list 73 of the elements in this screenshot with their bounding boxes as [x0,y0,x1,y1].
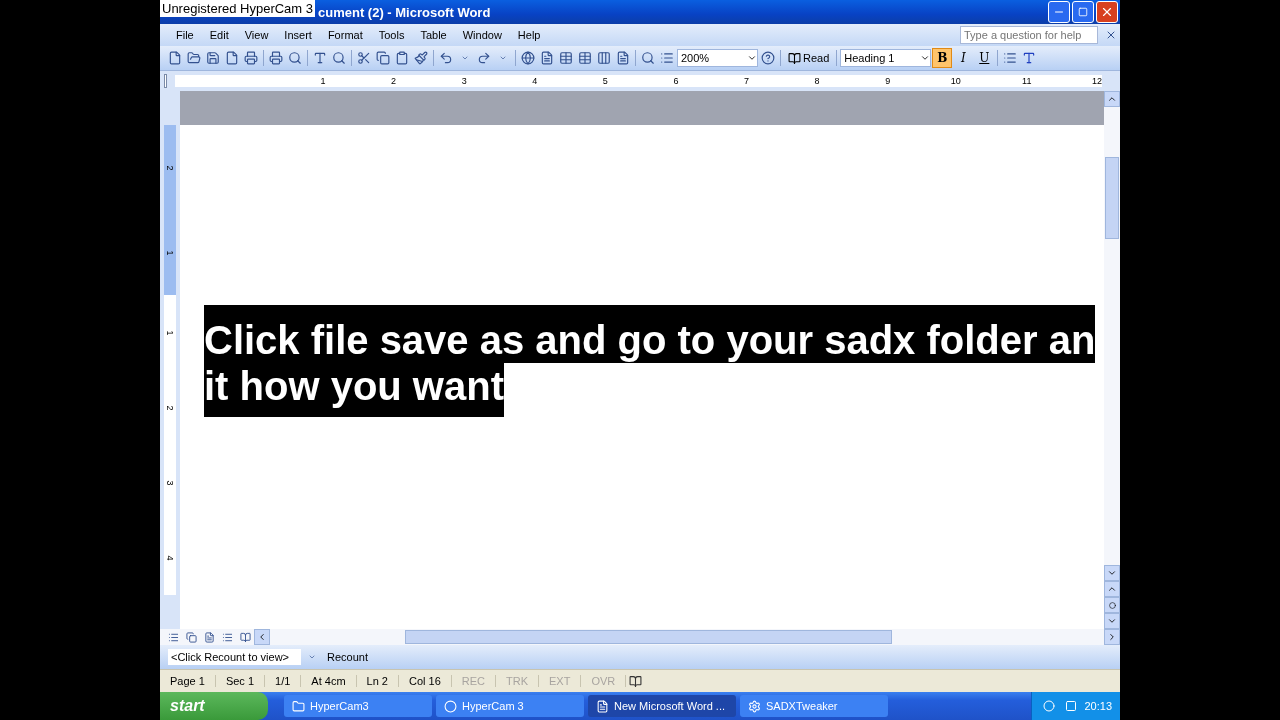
status-field: EXT [539,675,582,687]
menu-item[interactable]: View [236,29,277,41]
ruler-number: 5 [601,76,608,86]
help-search-field[interactable]: Type a question for help [960,26,1098,44]
window-title: cument (2) - Microsoft Word [318,4,491,20]
highlighted-text: Click file save as and go to your sadx folder an [204,305,1096,363]
taskbar-button[interactable]: New Microsoft Word ... [588,695,736,717]
status-field: 1/1 [265,675,302,687]
ruler-number: 7 [743,76,750,86]
ruler-number: 4 [165,555,175,560]
ruler-number: 2 [165,405,175,410]
ruler-number: 3 [460,76,467,86]
status-field: Col 16 [398,675,452,687]
status-field: Page 1 [160,675,216,687]
status-field: Ln 2 [356,675,399,687]
ruler-number: 1 [165,330,175,335]
tab-selector[interactable] [164,74,167,88]
ruler-number: 12 [1091,76,1102,86]
ruler-number: 4 [531,76,538,86]
ruler-number: 1 [165,250,175,255]
clock: 20:13 [1084,700,1112,712]
scroll-left-button[interactable] [254,629,270,645]
status-field: REC [451,675,496,687]
read-button[interactable]: Read [784,51,834,65]
restore-button[interactable] [1072,1,1094,23]
book-icon [788,51,801,65]
status-field: TRK [496,675,539,687]
caret-icon [747,53,757,63]
ruler-number: 11 [1021,76,1032,86]
menu-item[interactable]: File [168,29,202,41]
ruler-number: 9 [884,76,891,86]
menu-item[interactable]: Window [454,29,510,41]
italic-button[interactable]: I [953,48,974,68]
circle-icon [1108,601,1116,609]
folder-icon [292,699,305,713]
underline-button[interactable]: U [974,48,995,68]
ruler-number: 8 [813,76,820,86]
menu-item[interactable]: Format [319,29,371,41]
taskbar-button[interactable]: SADXTweaker [740,695,888,717]
close-icon [1100,5,1114,19]
word-count-field[interactable]: <Click Recount to view> [168,649,301,665]
ruler-number: 3 [165,480,175,485]
zoom-dropdown[interactable]: 200% [677,49,758,67]
gear-icon [748,699,761,713]
ruler-number: 2 [390,76,397,86]
circle-icon [444,699,457,713]
close-button[interactable] [1096,1,1118,23]
status-field: At 4cm [301,675,357,687]
minimize-button[interactable] [1048,1,1070,23]
ruler-number: 1 [319,76,326,86]
menu-item[interactable]: Tools [370,29,413,41]
ruler-number: 6 [672,76,679,86]
document-icon [596,699,609,713]
menu-item[interactable]: Insert [276,29,320,41]
status-field: Sec 1 [215,675,265,687]
ruler-number: 2 [165,165,175,170]
taskbar-button[interactable]: HyperCam3 [284,695,432,717]
restore-icon [1078,7,1088,17]
watermark-label: Unregistered HyperCam 3 [160,0,315,17]
browse-object-button[interactable] [1104,597,1120,613]
ruler-number: 10 [949,76,961,86]
style-dropdown[interactable]: Heading 1 [840,49,932,67]
menu-item[interactable]: Table [412,29,455,41]
horizontal-scroll-thumb[interactable] [405,630,892,644]
taskbar-button[interactable]: HyperCam 3 [436,695,584,717]
menu-item[interactable]: Help [509,29,549,41]
highlighted-text: it how you want [204,363,504,417]
bold-button[interactable]: B [932,48,953,68]
caret-icon [920,53,931,63]
menu-item[interactable]: Edit [201,29,237,41]
scroll-thumb[interactable] [1105,157,1119,239]
status-field: OVR [581,675,627,687]
recount-button[interactable]: Recount [323,651,372,663]
